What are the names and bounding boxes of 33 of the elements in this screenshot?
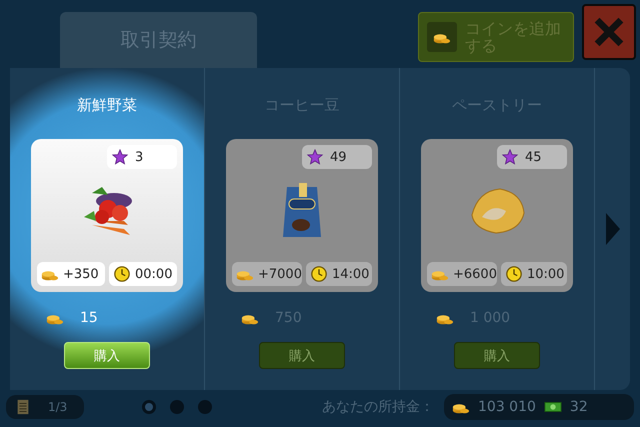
time-value: 10:00 (526, 266, 564, 282)
item-title: 新鮮野菜 (77, 96, 137, 115)
balance-label: あなたの所持金： (322, 398, 434, 416)
star-icon (111, 149, 129, 165)
clock-icon (310, 266, 328, 282)
coin-balance: 103 010 (478, 399, 536, 415)
income-value: +350 (63, 266, 99, 282)
item-card[interactable]: 49 +7000 14:00 (226, 139, 378, 292)
item-card[interactable]: 3 +350 00:00 (31, 139, 183, 292)
time-value: 00:00 (135, 266, 172, 282)
star-icon (306, 149, 324, 165)
star-icon (501, 149, 519, 165)
next-arrow-icon[interactable] (606, 213, 620, 245)
time-value: 14:00 (332, 266, 370, 282)
pager-dot[interactable] (198, 400, 212, 414)
cash-balance: 32 (570, 399, 588, 415)
income-value: +6600 (453, 266, 497, 282)
pager-dot[interactable] (142, 400, 156, 414)
buy-button[interactable]: 購入 (454, 342, 540, 369)
clock-icon (504, 266, 523, 282)
clock-icon (113, 266, 131, 282)
level-value: 45 (525, 150, 542, 164)
cash-icon (544, 399, 562, 415)
income-value: +7000 (258, 266, 302, 282)
page-number: 1/3 (48, 400, 68, 414)
buy-button[interactable]: 購入 (64, 342, 150, 369)
pager-dot[interactable] (170, 400, 184, 414)
item-card[interactable]: 45 +6600 10:00 (421, 139, 573, 292)
price-value: 15 (80, 310, 98, 326)
level-value: 49 (330, 150, 347, 164)
level-value: 3 (135, 150, 144, 164)
close-icon[interactable] (582, 4, 636, 60)
buy-button[interactable]: 購入 (259, 342, 345, 369)
